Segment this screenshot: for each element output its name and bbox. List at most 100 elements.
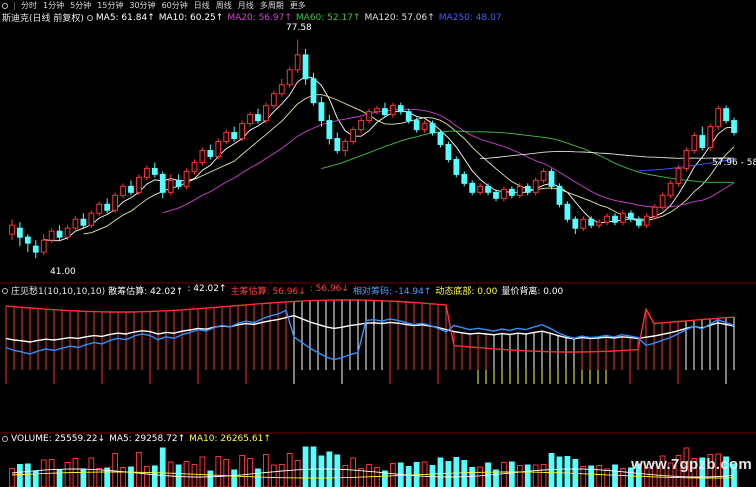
volume-bar: [270, 464, 277, 487]
volume-settings-icon[interactable]: [2, 436, 8, 442]
volume-bar: [516, 465, 523, 487]
volume-bar: [326, 451, 333, 487]
candle-body: [707, 126, 714, 149]
candle-body: [223, 132, 230, 143]
indicator-legend-item-5: 动态底部: 0.00: [435, 287, 498, 297]
candle-body: [136, 176, 142, 193]
candle-body: [326, 120, 333, 140]
candle: [286, 66, 293, 88]
indicator-settings-icon[interactable]: [2, 287, 8, 294]
period-tab-monthly[interactable]: 月线: [238, 1, 254, 11]
candle-body: [651, 206, 658, 217]
indicator-legend-item-3: : 56.96↓: [309, 284, 349, 294]
candle-body: [310, 78, 317, 104]
candle-body: [239, 123, 245, 140]
candle-body: [199, 150, 206, 163]
volume-bar: [120, 467, 126, 487]
kline-canvas[interactable]: [0, 11, 756, 284]
volume-bar: [532, 464, 539, 487]
candle: [461, 171, 468, 187]
current-price-label: 57.96 - 58: [712, 158, 756, 168]
candle-body: [405, 111, 412, 122]
candle: [731, 117, 737, 136]
indicator-legend-item-1: : 42.02↑: [187, 284, 227, 294]
volume-bar: [374, 467, 380, 487]
volume-bar: [501, 462, 507, 487]
volume-bar: [247, 458, 253, 487]
candle-body: [516, 185, 523, 196]
candle: [334, 132, 341, 154]
candle: [326, 114, 333, 145]
candle-body: [159, 173, 166, 193]
candle: [699, 126, 706, 151]
candle-body: [643, 215, 650, 226]
period-tab-more[interactable]: 更多: [290, 1, 306, 11]
candle-body: [88, 212, 95, 226]
candle-body: [17, 227, 23, 238]
candle-body: [191, 161, 198, 172]
candle: [508, 186, 515, 199]
volume-bar: [508, 461, 515, 487]
candle-body: [699, 135, 706, 149]
candle-body: [294, 54, 301, 71]
volume-bar: [167, 461, 174, 487]
volume-bar: [389, 463, 396, 487]
candle: [628, 210, 634, 223]
candle-body: [564, 203, 571, 220]
candle-body: [667, 182, 674, 196]
candle-body: [508, 188, 515, 196]
menu-circle-icon[interactable]: [2, 2, 8, 9]
volume-bar: [24, 463, 31, 487]
candle-body: [604, 215, 610, 223]
period-tab-15min[interactable]: 15分钟: [97, 1, 123, 11]
volume-bar: [405, 466, 412, 487]
indicator-canvas[interactable]: [0, 284, 756, 434]
candle: [366, 108, 372, 124]
candle: [469, 180, 476, 196]
candle-body: [461, 173, 468, 184]
period-tab-intraday[interactable]: 分时: [21, 1, 37, 11]
stock-chart-window: 分时 1分钟 5分钟 15分钟 30分钟 60分钟 日线 周线 月线 多周期 更…: [0, 0, 756, 487]
settings-circle-icon[interactable]: [86, 14, 93, 21]
candle-body: [548, 170, 555, 187]
candle: [659, 192, 666, 211]
volume-bar: [366, 464, 372, 487]
volume-bar: [612, 464, 618, 487]
indicator-panel[interactable]: 庄见愁1(10,10,10,10) 散筹估算: 42.02↑: 42.02↑ 主筹…: [0, 284, 756, 434]
candle: [540, 168, 547, 184]
candle: [453, 156, 460, 178]
candle-body: [96, 203, 103, 214]
ma-legend-items: MA5: 61.84↑ MA10: 60.25↑ MA20: 56.97↑ MA60:…: [96, 13, 502, 23]
candle-body: [175, 179, 182, 187]
volume-bar: [64, 462, 71, 487]
period-tab-daily[interactable]: 日线: [194, 1, 210, 11]
candle-body: [207, 150, 214, 157]
period-tab-multi[interactable]: 多周期: [260, 1, 284, 11]
candle-body: [469, 182, 476, 193]
period-tab-1min[interactable]: 1分钟: [43, 1, 64, 11]
period-tab-5min[interactable]: 5分钟: [70, 1, 91, 11]
kline-panel[interactable]: 斯迪克(日线 前复权) MA5: 61.84↑ MA10: 60.25↑ MA20:…: [0, 11, 756, 284]
candle-body: [247, 114, 253, 125]
candle-body: [397, 105, 404, 113]
candle: [683, 147, 690, 172]
volume-bar: [334, 454, 341, 487]
candle-body: [167, 179, 174, 193]
period-tab-60min[interactable]: 60分钟: [162, 1, 188, 11]
volume-bar: [477, 466, 484, 487]
candle: [635, 216, 642, 229]
period-tab-weekly[interactable]: 周线: [216, 1, 232, 11]
candle-body: [278, 84, 285, 95]
volume-bar: [540, 464, 547, 487]
candle-body: [429, 123, 436, 134]
candle: [691, 132, 698, 154]
candle-body: [723, 108, 729, 122]
candle-body: [572, 218, 579, 229]
candle-body: [437, 132, 444, 146]
candle-body: [64, 227, 71, 238]
candle: [24, 234, 31, 253]
indicator-legend: 庄见愁1(10,10,10,10) 散筹估算: 42.02↑: 42.02↑ 主筹…: [2, 284, 563, 297]
candle-body: [9, 224, 15, 235]
period-tab-30min[interactable]: 30分钟: [129, 1, 155, 11]
indicator-legend-items: 散筹估算: 42.02↑: 42.02↑ 主筹估算: 56.96↓: 56.96↓…: [108, 284, 563, 297]
